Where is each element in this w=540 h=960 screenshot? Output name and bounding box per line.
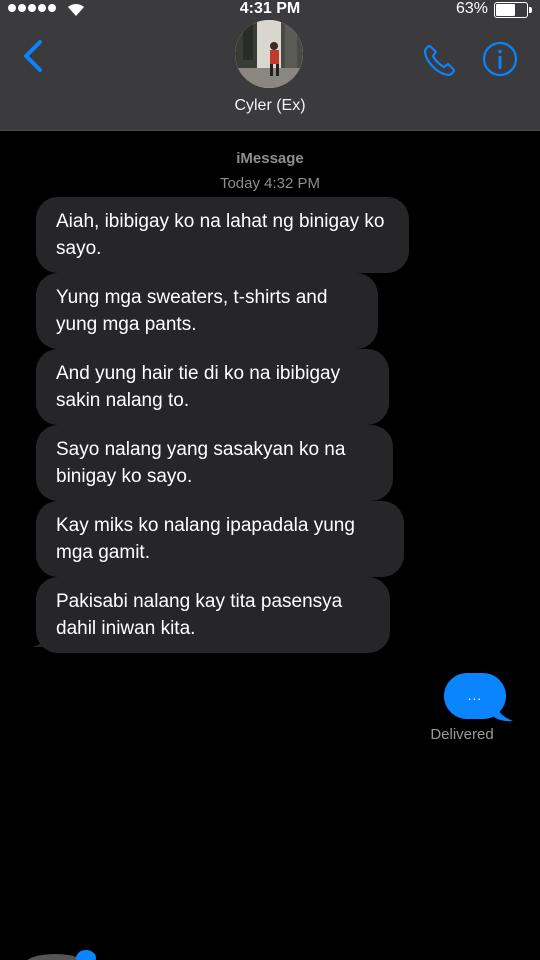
keyboard-shortcut-icon[interactable] <box>20 950 100 960</box>
received-message-bubble[interactable]: Kay miks ko nalang ipapadala yung mga ga… <box>36 501 404 577</box>
conversation-header: 4:31 PM 63% Cyler (Ex) <box>0 0 540 131</box>
received-message-bubble[interactable]: And yung hair tie di ko na ibibigay saki… <box>36 349 389 425</box>
battery-icon <box>494 2 532 18</box>
message-text: Kay miks ko nalang ipapadala yung mga ga… <box>56 515 355 563</box>
conversation-timestamp: Today 4:32 PM <box>219 175 321 192</box>
message-text: ... <box>467 687 483 703</box>
message-text: Yung mga sweaters, t-shirts and yung mga… <box>56 287 328 335</box>
contact-avatar[interactable] <box>235 20 303 88</box>
message-text: Sayo nalang yang sasakyan ko na binigay … <box>56 439 346 487</box>
back-chevron-icon[interactable] <box>18 38 48 74</box>
bubble-tail <box>31 630 59 647</box>
service-label: iMessage <box>236 150 304 167</box>
battery-percent: 63% <box>455 0 488 17</box>
received-message-bubble[interactable]: Yung mga sweaters, t-shirts and yung mga… <box>36 273 378 349</box>
message-text: And yung hair tie di ko na ibibigay saki… <box>56 363 341 411</box>
message-text: Pakisabi nalang kay tita pasensya dahil … <box>56 591 343 639</box>
received-message-bubble[interactable]: Sayo nalang yang sasakyan ko na binigay … <box>36 425 393 501</box>
delivery-status: Delivered <box>430 726 494 743</box>
contact-name[interactable]: Cyler (Ex) <box>0 97 540 115</box>
phone-icon[interactable] <box>420 40 460 80</box>
status-bar: 4:31 PM 63% <box>0 0 540 20</box>
received-message-bubble[interactable]: Aiah, ibibigay ko na lahat ng binigay ko… <box>36 197 409 273</box>
message-text: Aiah, ibibigay ko na lahat ng binigay ko… <box>56 211 385 259</box>
received-message-bubble[interactable]: Pakisabi nalang kay tita pasensya dahil … <box>36 577 390 653</box>
info-icon[interactable] <box>481 40 519 78</box>
sent-message-bubble[interactable]: ... <box>444 673 506 719</box>
